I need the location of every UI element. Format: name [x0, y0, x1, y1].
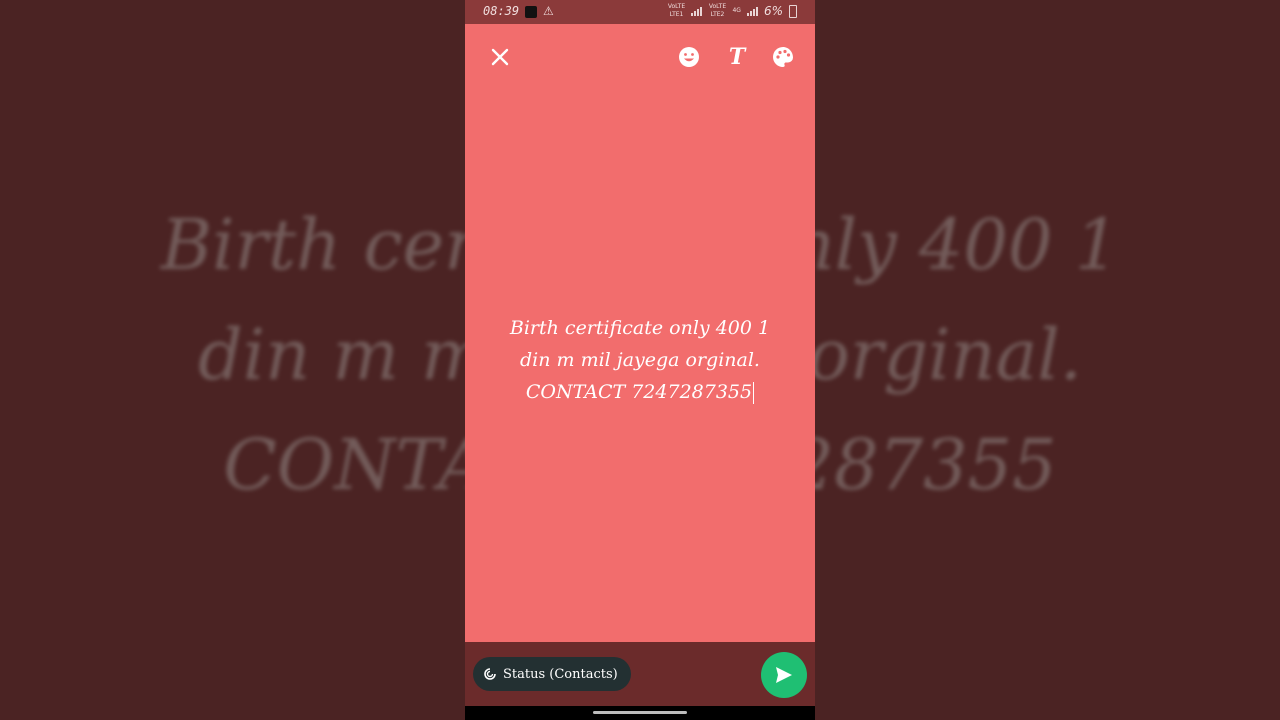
warning-icon: ⚠: [543, 4, 554, 18]
status-bar: 08:39 ⚠ VoLTE LTE1 VoLTE LTE2 4G 6%: [465, 0, 815, 24]
close-icon[interactable]: [487, 44, 513, 70]
text-cursor: [753, 382, 755, 404]
home-gesture-bar[interactable]: [593, 711, 687, 714]
battery-percentage: 6%: [763, 4, 783, 18]
status-audience-button[interactable]: Status (Contacts): [473, 657, 631, 691]
send-icon: [776, 667, 792, 683]
emoji-icon[interactable]: [677, 45, 701, 69]
palette-icon[interactable]: [771, 45, 795, 69]
network-type-indicator: 4G: [732, 7, 741, 14]
status-text-line-1: Birth certificate only 400 1: [509, 317, 771, 339]
sim1-volte-indicator: VoLTE LTE1: [667, 3, 686, 18]
send-button[interactable]: [761, 652, 807, 698]
status-ring-icon: [484, 668, 496, 680]
sim1-signal-icon: [691, 6, 703, 16]
text-style-icon[interactable]: T: [725, 44, 749, 70]
status-audience-label: Status (Contacts): [503, 666, 618, 682]
sim2-volte-indicator: VoLTE LTE2: [708, 3, 727, 18]
battery-icon: [789, 4, 797, 18]
sim2-signal-icon: [746, 6, 758, 16]
status-time: 08:39: [483, 4, 520, 18]
status-text-line-3: CONTACT 7247287355: [525, 381, 753, 403]
system-navigation-bar: [465, 706, 815, 720]
status-text-input[interactable]: Birth certificate only 400 1 din m mil j…: [485, 312, 795, 408]
bottom-bar: Status (Contacts): [465, 642, 815, 706]
status-text-line-2: din m mil jayega orginal.: [520, 349, 760, 371]
app-notification-icon: [525, 6, 537, 18]
phone-screen: 08:39 ⚠ VoLTE LTE1 VoLTE LTE2 4G 6% T Bi…: [465, 0, 815, 720]
editor-toolbar: T: [465, 24, 815, 88]
status-icons: VoLTE LTE1 VoLTE LTE2 4G 6%: [667, 3, 797, 19]
